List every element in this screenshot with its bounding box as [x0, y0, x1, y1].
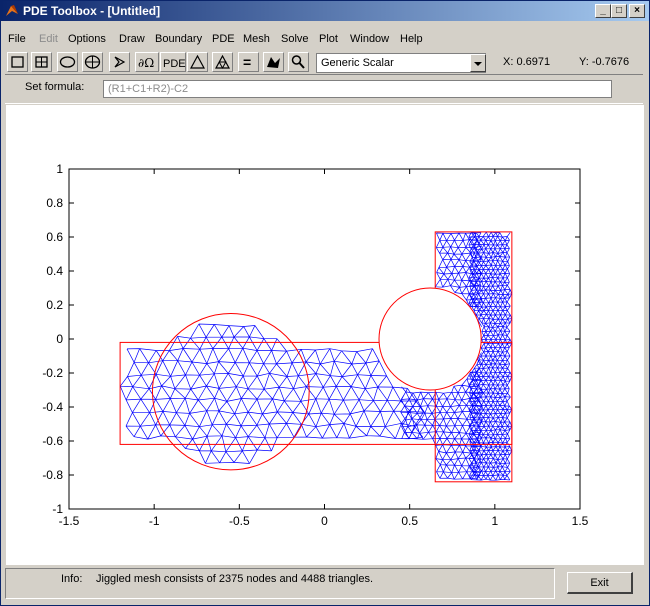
rectangle-centered-tool-button[interactable]: [31, 52, 52, 72]
solve-icon: =: [243, 54, 251, 70]
ellipse-centered-icon: [84, 55, 101, 69]
rectangle-tool-button[interactable]: [7, 52, 28, 72]
menu-mesh[interactable]: Mesh: [243, 33, 270, 45]
close-icon[interactable]: ×: [629, 4, 645, 18]
matlab-icon: [6, 5, 18, 16]
y-tick-label: 0: [56, 332, 63, 346]
pde-spec-icon: PDE: [163, 58, 186, 70]
x-tick-label: 1: [491, 514, 498, 528]
solve-label: =: [243, 54, 251, 70]
plot-button[interactable]: [263, 52, 284, 72]
polygon-icon: [114, 56, 126, 68]
ellipse-tool-button[interactable]: [57, 52, 78, 72]
minimize-icon[interactable]: _: [595, 4, 611, 18]
zoom-icon: [291, 55, 305, 69]
y-tick-label: 0.4: [46, 264, 63, 278]
polygon-tool-button[interactable]: [109, 52, 130, 72]
application-select-value: Generic Scalar: [321, 57, 394, 69]
menu-options[interactable]: Options: [68, 33, 106, 45]
x-tick-label: -1.5: [59, 514, 80, 528]
refine-mesh-icon: [214, 54, 231, 70]
x-tick-label: -1: [149, 514, 160, 528]
y-coordinate-readout: Y: -0.7676: [579, 56, 630, 68]
solve-button[interactable]: =: [238, 52, 259, 72]
menu-help[interactable]: Help: [400, 33, 423, 45]
exit-button[interactable]: Exit: [567, 572, 633, 594]
shape-c2[interactable]: [378, 287, 482, 391]
y-tick-label: -0.6: [42, 434, 63, 448]
pde-spec-button[interactable]: PDE: [160, 52, 186, 72]
ellipse-icon: [59, 56, 76, 68]
chevron-down-icon[interactable]: [470, 54, 486, 72]
x-coordinate-readout: X: 0.6971: [503, 56, 551, 68]
x-tick-label: -0.5: [229, 514, 250, 528]
x-tick-label: 0.5: [401, 514, 418, 528]
menu-boundary[interactable]: Boundary: [155, 33, 202, 45]
title-bar: PDE Toolbox - [Untitled] _ □ ×: [1, 1, 649, 21]
menu-edit[interactable]: Edit: [39, 33, 58, 45]
refine-mesh-button[interactable]: [212, 52, 233, 72]
mesh-plot[interactable]: -1.5 -1 -0.5 0 0.5 1 1.5-1-0.8-0.6-0.4-0.200.2…: [6, 105, 644, 565]
y-tick-label: -1: [52, 502, 63, 516]
init-mesh-icon: [189, 54, 206, 69]
y-tick-label: -0.4: [42, 400, 63, 414]
y-tick-label: 0.2: [46, 298, 63, 312]
application-select[interactable]: Generic Scalar: [316, 53, 486, 73]
pde-toolbox-window: PDE Toolbox - [Untitled] _ □ × File Edit…: [0, 0, 650, 606]
y-tick-label: -0.2: [42, 366, 63, 380]
y-tick-label: 1: [56, 162, 63, 176]
menu-file[interactable]: File: [8, 33, 26, 45]
formula-input[interactable]: [103, 80, 612, 98]
menu-window[interactable]: Window: [350, 33, 389, 45]
menu-draw[interactable]: Draw: [119, 33, 145, 45]
rectangle-centered-icon: [35, 56, 48, 68]
ellipse-centered-tool-button[interactable]: [82, 52, 103, 72]
window-title: PDE Toolbox - [Untitled]: [23, 4, 161, 18]
status-text: Jiggled mesh consists of 2375 nodes and …: [96, 573, 374, 585]
plot-icon: [267, 57, 280, 68]
y-tick-label: 0.6: [46, 230, 63, 244]
x-tick-label: 1.5: [572, 514, 589, 528]
boundary-mode-icon: ∂Ω: [138, 56, 154, 70]
boundary-mode-button[interactable]: ∂Ω: [135, 52, 159, 72]
maximize-icon[interactable]: □: [611, 4, 627, 18]
y-tick-label: -0.8: [42, 468, 63, 482]
boundary-label: ∂Ω: [138, 56, 154, 70]
menu-solve[interactable]: Solve: [281, 33, 309, 45]
zoom-button[interactable]: [288, 52, 309, 72]
status-label: Info:: [61, 573, 83, 585]
plot-area[interactable]: -1.5 -1 -0.5 0 0.5 1 1.5 -1 -0.8 -0.6 -0.4 -0.2 0 0.2…: [6, 105, 644, 565]
x-tick-label: 0: [321, 514, 328, 528]
menu-pde[interactable]: PDE: [212, 33, 235, 45]
pde-label: PDE: [163, 58, 186, 70]
formula-label: Set formula:: [25, 81, 85, 93]
rectangle-icon: [11, 56, 24, 68]
init-mesh-button[interactable]: [187, 52, 208, 72]
menu-bar: File Edit Options Draw Boundary PDE Mesh…: [1, 31, 649, 49]
y-tick-label: 0.8: [46, 196, 63, 210]
menu-plot[interactable]: Plot: [319, 33, 338, 45]
